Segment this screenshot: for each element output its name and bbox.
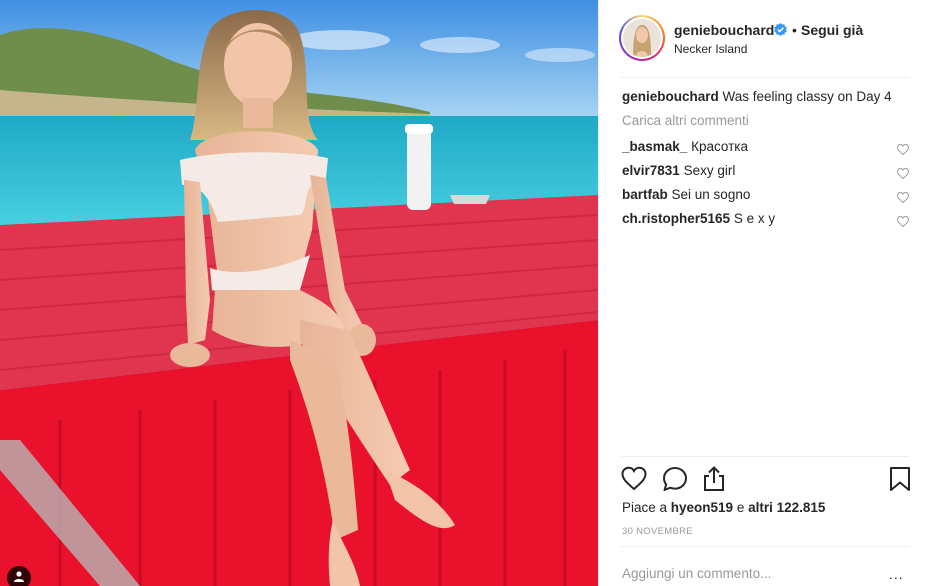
post-author-username[interactable]: geniebouchard xyxy=(674,22,774,38)
comment-username[interactable]: elvir7831 xyxy=(622,163,680,178)
comments-list: geniebouchard Was feeling classy on Day … xyxy=(622,88,912,234)
comment-row: elvir7831 Sexy girl xyxy=(622,162,912,186)
heart-icon[interactable] xyxy=(621,466,647,492)
comment-row: ch.ristopher5165 S e x y xyxy=(622,210,912,234)
bookmark-icon[interactable] xyxy=(888,466,914,492)
likes-count[interactable]: Piace a hyeon519 e altri 122.815 xyxy=(622,500,825,515)
caption-username[interactable]: geniebouchard xyxy=(622,89,719,104)
likes-others[interactable]: altri 122.815 xyxy=(748,500,825,515)
comment-text: S e x y xyxy=(733,211,776,226)
avatar[interactable] xyxy=(619,15,665,61)
comment-row: bartfab Sei un sogno xyxy=(622,186,912,210)
more-options-button[interactable]: ... xyxy=(889,566,904,582)
caption-text: Was feeling classy on Day 4 xyxy=(722,89,892,104)
following-button[interactable]: Segui già xyxy=(801,22,863,38)
comment-like-heart-icon[interactable] xyxy=(896,166,910,184)
comment-bubble-icon[interactable] xyxy=(662,466,688,492)
likes-user[interactable]: hyeon519 xyxy=(671,500,733,515)
add-comment-input[interactable]: Aggiungi un commento... xyxy=(622,566,771,581)
follow-separator: • xyxy=(792,22,797,38)
comment-username[interactable]: ch.ristopher5165 xyxy=(622,211,730,226)
comment-text: Sexy girl xyxy=(683,163,736,178)
comment-text: Sei un sogno xyxy=(671,187,751,202)
post-photo-illustration xyxy=(0,0,598,586)
likes-middle: e xyxy=(733,500,749,515)
comment-input-divider xyxy=(621,546,910,547)
post-date[interactable]: 30 NOVEMBRE xyxy=(622,526,693,537)
comment-username[interactable]: _basmak_ xyxy=(622,139,687,154)
header-divider xyxy=(621,77,910,78)
caption: geniebouchard Was feeling classy on Day … xyxy=(622,88,912,112)
comment-like-heart-icon[interactable] xyxy=(896,190,910,208)
post-side-panel: geniebouchard • Segui già Necker Island … xyxy=(598,0,933,586)
actions-divider xyxy=(621,456,910,457)
share-upload-icon[interactable] xyxy=(701,466,727,492)
post-header: geniebouchard • Segui già Necker Island xyxy=(599,0,933,77)
post-photo[interactable] xyxy=(0,0,598,586)
load-more-comments-button[interactable]: Carica altri commenti xyxy=(622,112,912,138)
user-tag-icon[interactable] xyxy=(7,566,31,586)
comment-text: Красотка xyxy=(691,139,748,154)
comment-row: _basmak_ Красотка xyxy=(622,138,912,162)
comment-like-heart-icon[interactable] xyxy=(896,142,910,160)
comment-username[interactable]: bartfab xyxy=(622,187,668,202)
likes-prefix: Piace a xyxy=(622,500,671,515)
verified-badge-icon xyxy=(774,23,787,41)
post-location-link[interactable]: Necker Island xyxy=(674,42,747,56)
comment-like-heart-icon[interactable] xyxy=(896,214,910,232)
